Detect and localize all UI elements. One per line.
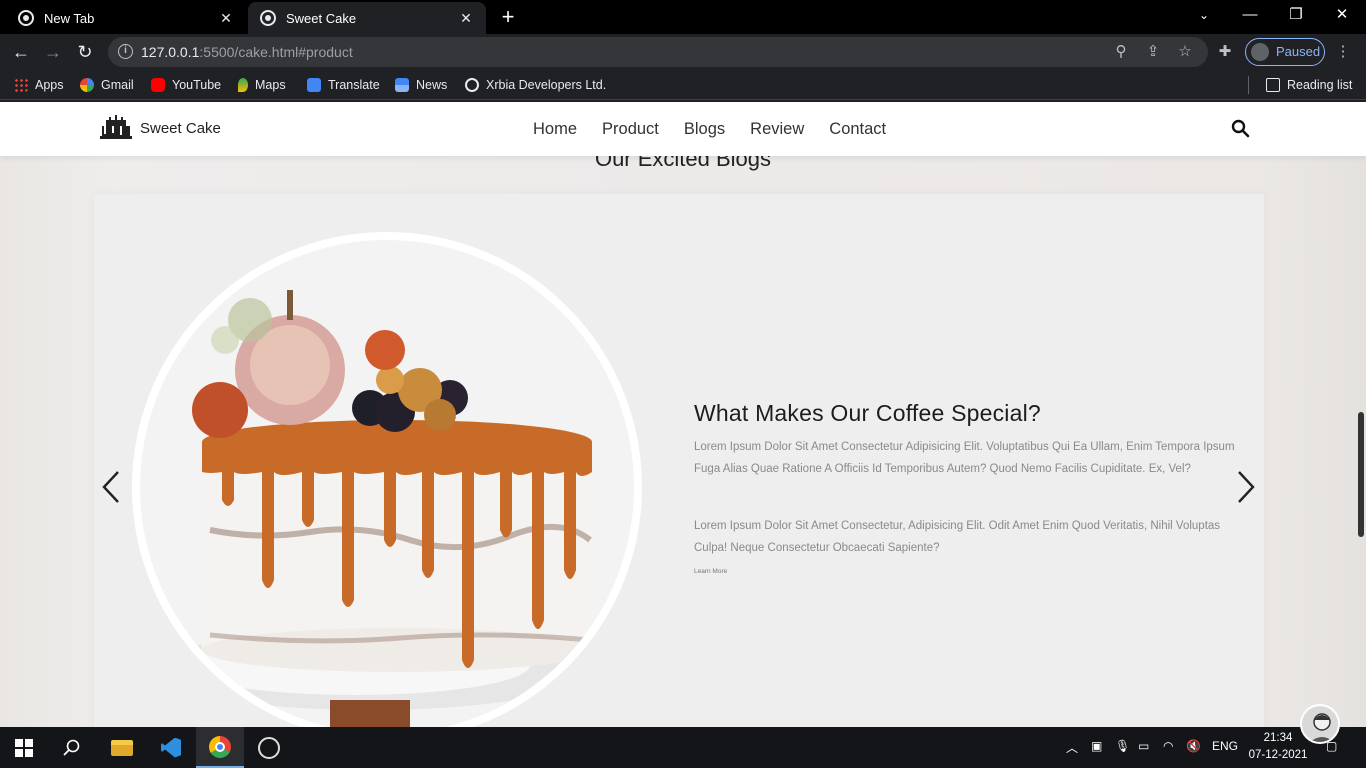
next-slide-arrow-icon[interactable]	[1235, 470, 1257, 504]
close-tab-icon[interactable]: ✕	[458, 10, 474, 27]
battery-icon[interactable]: ▭	[1138, 739, 1149, 753]
microphone-icon[interactable]: 🎙	[1115, 739, 1130, 753]
taskbar-search-icon[interactable]	[48, 727, 96, 768]
bookmark-label: News	[416, 78, 448, 92]
url-text[interactable]: 127.0.0.1:5500/cake.html#product	[141, 44, 353, 60]
address-bar[interactable]: i 127.0.0.1:5500/cake.html#product ⚲ ⇪ ☆	[108, 37, 1208, 67]
blog-image	[132, 232, 642, 727]
clock-time: 21:34	[1263, 732, 1293, 744]
site-logo[interactable]: Sweet Cake	[98, 114, 221, 142]
blog-title: What Makes Our Coffee Special?	[694, 400, 1041, 426]
site-info-icon[interactable]: i	[118, 44, 133, 59]
chrome-icon	[18, 10, 34, 26]
bookmark-xrbia[interactable]: Xrbia Developers Ltd.	[465, 76, 606, 94]
tab-new-tab[interactable]: New Tab ✕	[6, 2, 246, 34]
meet-now-icon[interactable]: ▣	[1091, 739, 1102, 753]
bookmark-label: Xrbia Developers Ltd.	[486, 78, 607, 92]
learn-more-link[interactable]: Learn More	[694, 568, 727, 575]
back-button[interactable]: ←	[8, 40, 34, 64]
cake-logo-icon	[100, 115, 132, 139]
bookmark-translate[interactable]: Translate	[307, 76, 380, 94]
forward-button[interactable]: →	[40, 40, 66, 64]
google-icon	[80, 78, 94, 92]
blog-paragraph: Lorem Ipsum Dolor Sit Amet Consectetur, …	[694, 520, 1221, 554]
close-tab-icon[interactable]: ✕	[218, 10, 234, 27]
brand-name: Sweet Cake	[140, 119, 221, 137]
page-scrollbar[interactable]	[1358, 412, 1364, 537]
reload-button[interactable]: ↻	[72, 40, 98, 64]
bookmark-label: YouTube	[172, 78, 222, 92]
chrome-taskbar-icon[interactable]	[196, 727, 244, 768]
globe-icon	[260, 10, 276, 26]
site-header: Sweet Cake Home Product Blogs Review Con…	[0, 102, 1366, 156]
blog-paragraph: Lorem Ipsum Dolor Sit Amet Consectetur A…	[694, 441, 1235, 475]
bookmark-news[interactable]: News	[395, 76, 447, 94]
tab-label: New Tab	[44, 10, 95, 26]
windows-logo-icon	[15, 738, 33, 757]
bookmark-gmail[interactable]: Gmail	[80, 76, 134, 94]
search-icon[interactable]	[1231, 119, 1250, 138]
prev-slide-arrow-icon[interactable]	[100, 470, 122, 504]
language-indicator[interactable]: ENG	[1212, 739, 1238, 753]
bookmark-youtube[interactable]: YouTube	[151, 76, 221, 94]
show-hidden-icons[interactable]: ︿	[1066, 739, 1078, 756]
globe-icon	[465, 78, 479, 92]
nav-product[interactable]: Product	[602, 120, 659, 139]
avatar	[1251, 43, 1269, 61]
extensions-icon[interactable]: ✚	[1216, 43, 1234, 61]
system-clock[interactable]: 21:34 07-12-2021	[1247, 730, 1309, 764]
start-button[interactable]	[0, 727, 48, 768]
translate-icon	[307, 78, 321, 92]
bookmark-label: Apps	[35, 78, 64, 92]
menu-kebab-icon[interactable]: ⋮	[1334, 43, 1352, 61]
vscode-icon[interactable]	[147, 727, 195, 768]
browser-toolbar: ← → ↻ i 127.0.0.1:5500/cake.html#product…	[0, 34, 1366, 70]
browser-tabstrip: New Tab ✕ Sweet Cake ✕ + ⌄ — ❐ ✕	[0, 0, 1366, 34]
blog-slide-card: What Makes Our Coffee Special? Lorem Ips…	[94, 194, 1264, 727]
nav-home[interactable]: Home	[533, 120, 577, 139]
maps-icon	[238, 78, 248, 92]
tab-sweet-cake[interactable]: Sweet Cake ✕	[248, 2, 486, 34]
profile-button[interactable]: Paused	[1245, 38, 1325, 66]
main-nav: Home Product Blogs Review Contact	[533, 120, 911, 139]
zoom-icon[interactable]: ⚲	[1112, 43, 1130, 61]
bookmarks-bar: Apps Gmail YouTube Maps Translate News X…	[0, 70, 1366, 100]
windows-taskbar: ︿ ▣ 🎙 ▭ ◠ 🔇 ENG 21:34 07-12-2021 ▢	[0, 727, 1366, 768]
bookmark-star-icon[interactable]: ☆	[1176, 43, 1194, 61]
close-window-button[interactable]: ✕	[1319, 0, 1365, 34]
nav-blogs[interactable]: Blogs	[684, 120, 725, 139]
file-explorer-icon[interactable]	[98, 727, 146, 768]
reading-list-icon	[1266, 78, 1280, 92]
bookmark-label: Translate	[328, 78, 380, 92]
nav-review[interactable]: Review	[750, 120, 804, 139]
minimize-button[interactable]: —	[1227, 0, 1273, 34]
restore-button[interactable]: ❐	[1273, 0, 1319, 34]
bookmark-label: Maps	[255, 78, 286, 92]
nav-contact[interactable]: Contact	[829, 120, 886, 139]
page-viewport: Sweet Cake Home Product Blogs Review Con…	[0, 102, 1366, 727]
tab-search-icon[interactable]: ⌄	[1181, 0, 1227, 34]
network-icon[interactable]: ◠	[1163, 739, 1173, 753]
drip-cake-illustration	[150, 290, 592, 727]
volume-muted-icon[interactable]: 🔇	[1186, 739, 1201, 753]
youtube-icon	[151, 78, 165, 92]
reading-list-label: Reading list	[1287, 78, 1353, 92]
new-tab-button[interactable]: +	[496, 4, 520, 30]
apps-grid-icon	[14, 78, 28, 92]
obs-icon[interactable]	[245, 727, 293, 768]
bookmark-maps[interactable]: Maps	[238, 76, 286, 94]
share-icon[interactable]: ⇪	[1144, 43, 1162, 61]
webcam-overlay-avatar	[1300, 704, 1340, 744]
bookmark-apps[interactable]: Apps	[14, 76, 64, 94]
reading-list-button[interactable]: Reading list	[1248, 76, 1352, 94]
profile-status: Paused	[1276, 44, 1321, 59]
magnifier-icon	[63, 739, 80, 756]
news-icon	[395, 78, 409, 92]
bookmark-label: Gmail	[101, 78, 134, 92]
tab-label: Sweet Cake	[286, 10, 357, 26]
clock-date: 07-12-2021	[1248, 749, 1308, 761]
